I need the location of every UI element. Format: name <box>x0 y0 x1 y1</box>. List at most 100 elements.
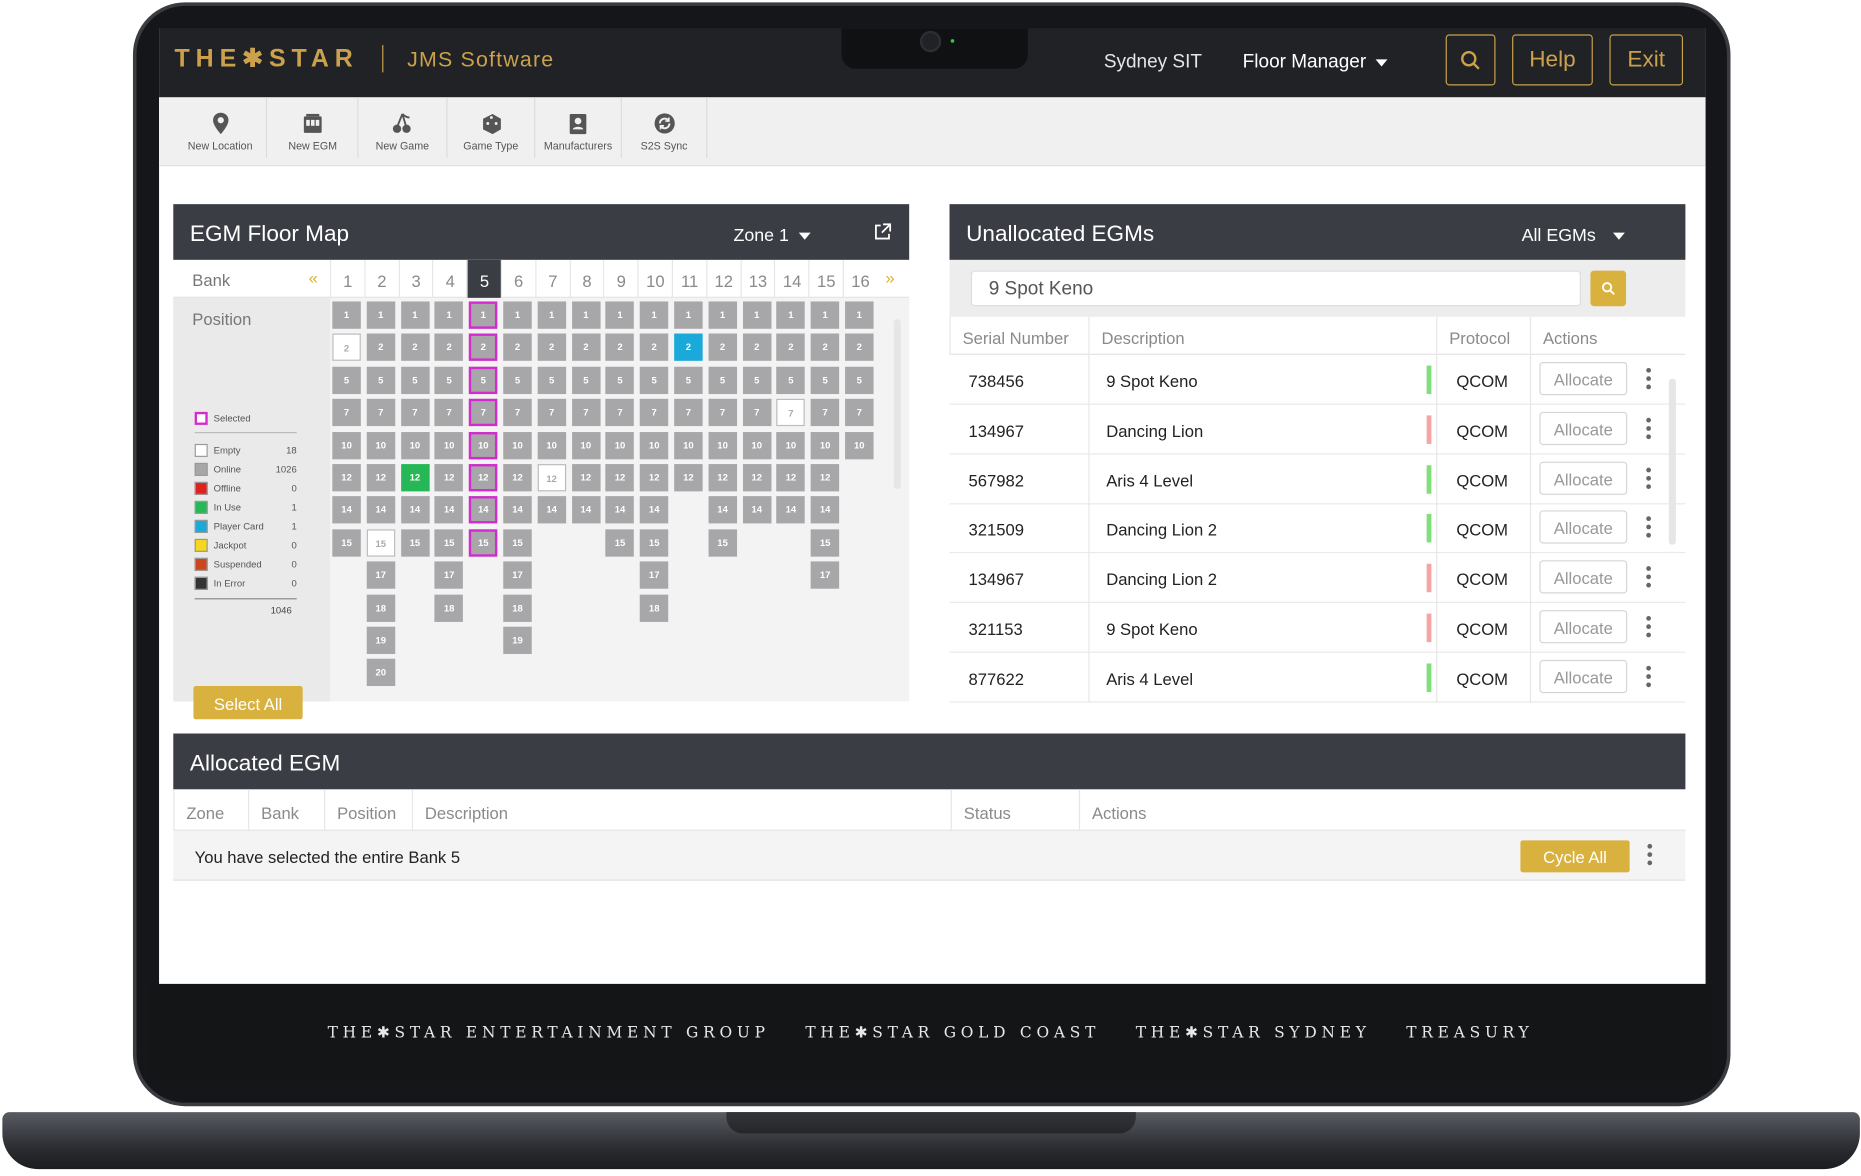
egm-tile[interactable]: 14 <box>503 496 532 524</box>
egm-tile[interactable]: 14 <box>605 496 635 524</box>
egm-tile[interactable]: 2 <box>708 333 737 362</box>
egm-tile[interactable]: 7 <box>639 399 669 427</box>
egm-tile[interactable]: 7 <box>845 399 874 427</box>
egm-tile[interactable]: 2 <box>537 333 566 362</box>
egm-tile[interactable]: 7 <box>742 399 772 427</box>
egm-tile[interactable]: 1 <box>845 301 874 329</box>
egm-tile[interactable]: 1 <box>674 301 703 329</box>
egm-tile[interactable]: 5 <box>845 366 874 394</box>
egm-tile[interactable]: 7 <box>366 399 395 427</box>
egm-tile[interactable]: 15 <box>332 529 361 557</box>
egm-tile[interactable]: 1 <box>605 301 635 329</box>
bank-tab[interactable]: 9 <box>603 259 637 298</box>
allocate-button[interactable]: Allocate <box>1539 510 1628 545</box>
floor-map-scrollbar[interactable] <box>893 319 901 490</box>
egm-tile[interactable]: 10 <box>605 431 635 459</box>
egm-tile[interactable]: 12 <box>776 464 806 492</box>
egm-tile[interactable]: 10 <box>674 431 703 459</box>
egm-tile[interactable]: 5 <box>366 366 395 394</box>
unallocated-scrollbar[interactable] <box>1668 378 1676 545</box>
bank-tab[interactable]: 7 <box>535 259 569 298</box>
egm-tile[interactable]: 7 <box>469 399 498 427</box>
egm-tile[interactable]: 14 <box>708 496 737 524</box>
egm-tile[interactable]: 5 <box>537 366 566 394</box>
bank-tab[interactable]: 1 <box>329 259 364 298</box>
egm-tile[interactable]: 1 <box>503 301 532 329</box>
toolbar-new-egm[interactable]: New EGM <box>268 97 359 158</box>
egm-tile[interactable]: 12 <box>503 464 532 492</box>
egm-tile[interactable]: 5 <box>332 366 361 394</box>
egm-tile[interactable]: 5 <box>400 366 430 394</box>
egm-tile[interactable]: 12 <box>674 464 703 492</box>
egm-tile[interactable]: 1 <box>742 301 772 329</box>
egm-tile[interactable]: 1 <box>810 301 840 329</box>
egm-tile[interactable]: 5 <box>674 366 703 394</box>
egm-tile[interactable]: 5 <box>469 366 498 394</box>
egm-tile[interactable]: 5 <box>605 366 635 394</box>
egm-tile[interactable]: 14 <box>537 496 566 524</box>
egm-tile[interactable]: 7 <box>674 399 703 427</box>
egm-tile[interactable]: 1 <box>366 301 395 329</box>
egm-tile[interactable]: 19 <box>503 626 532 654</box>
more-actions-icon[interactable] <box>1646 467 1651 491</box>
bank-tab[interactable]: 5 <box>466 259 502 298</box>
egm-tile[interactable]: 12 <box>434 464 464 492</box>
egm-tile[interactable]: 12 <box>332 464 361 492</box>
egm-tile[interactable]: 5 <box>742 366 772 394</box>
allocate-button[interactable]: Allocate <box>1539 659 1628 693</box>
egm-tile[interactable]: 12 <box>537 464 566 492</box>
allocate-button[interactable]: Allocate <box>1539 411 1628 445</box>
bank-tab[interactable]: 16 <box>842 259 877 298</box>
egm-tile[interactable]: 2 <box>810 333 840 362</box>
egm-tile[interactable]: 5 <box>503 366 532 394</box>
egm-tile[interactable]: 12 <box>605 464 635 492</box>
egm-tile[interactable]: 17 <box>503 561 532 589</box>
egm-tile[interactable]: 18 <box>639 594 669 622</box>
egm-tile[interactable]: 2 <box>571 333 601 362</box>
exit-button[interactable]: Exit <box>1609 34 1684 86</box>
egm-tile[interactable]: 15 <box>469 529 498 557</box>
bank-tab[interactable]: 12 <box>705 259 740 298</box>
egm-tile[interactable]: 15 <box>366 529 395 557</box>
egm-tile[interactable]: 14 <box>810 496 840 524</box>
egm-tile[interactable]: 5 <box>571 366 601 394</box>
egm-tile[interactable]: 7 <box>605 399 635 427</box>
bank-tab[interactable]: 8 <box>569 259 603 298</box>
egm-tile[interactable]: 17 <box>366 561 395 589</box>
egm-tile[interactable]: 7 <box>810 399 840 427</box>
egm-tile[interactable]: 10 <box>537 431 566 459</box>
egm-tile[interactable]: 2 <box>845 333 874 362</box>
egm-tile[interactable]: 14 <box>571 496 601 524</box>
more-actions-icon[interactable] <box>1646 516 1651 541</box>
select-all-button[interactable]: Select All <box>193 686 303 720</box>
egm-tile[interactable]: 17 <box>810 561 840 589</box>
toolbar-new-game[interactable]: New Game <box>358 97 448 158</box>
bank-tab[interactable]: 4 <box>432 259 466 298</box>
next-bank-button[interactable]: » <box>885 268 894 287</box>
egm-tile[interactable]: 10 <box>639 431 669 459</box>
allocate-button[interactable]: Allocate <box>1539 362 1628 396</box>
egm-tile[interactable]: 12 <box>366 464 395 492</box>
egm-tile[interactable]: 12 <box>810 464 840 492</box>
prev-bank-button[interactable]: « <box>309 268 318 287</box>
egm-tile[interactable]: 15 <box>708 529 737 557</box>
egm-tile[interactable]: 14 <box>332 496 361 524</box>
more-actions-icon[interactable] <box>1646 417 1651 442</box>
egm-tile[interactable]: 18 <box>503 594 532 622</box>
egm-tile[interactable]: 5 <box>708 366 737 394</box>
egm-tile[interactable]: 10 <box>571 431 601 459</box>
egm-tile[interactable]: 18 <box>366 594 395 622</box>
egm-tile[interactable]: 15 <box>400 529 430 557</box>
egm-tile[interactable]: 5 <box>810 366 840 394</box>
egm-tile[interactable]: 2 <box>434 333 464 362</box>
egm-tile[interactable]: 5 <box>639 366 669 394</box>
egm-tile[interactable]: 7 <box>708 399 737 427</box>
egm-tile[interactable]: 14 <box>400 496 430 524</box>
egm-tile[interactable]: 18 <box>434 594 464 622</box>
egm-tile[interactable]: 1 <box>332 301 361 329</box>
zone-dropdown[interactable]: Zone 1 <box>734 226 811 246</box>
bank-tab[interactable]: 2 <box>364 259 398 298</box>
toolbar-manufacturers[interactable]: Manufacturers <box>535 97 622 158</box>
bank-tab[interactable]: 11 <box>671 259 706 298</box>
more-actions-icon[interactable] <box>1646 367 1651 392</box>
